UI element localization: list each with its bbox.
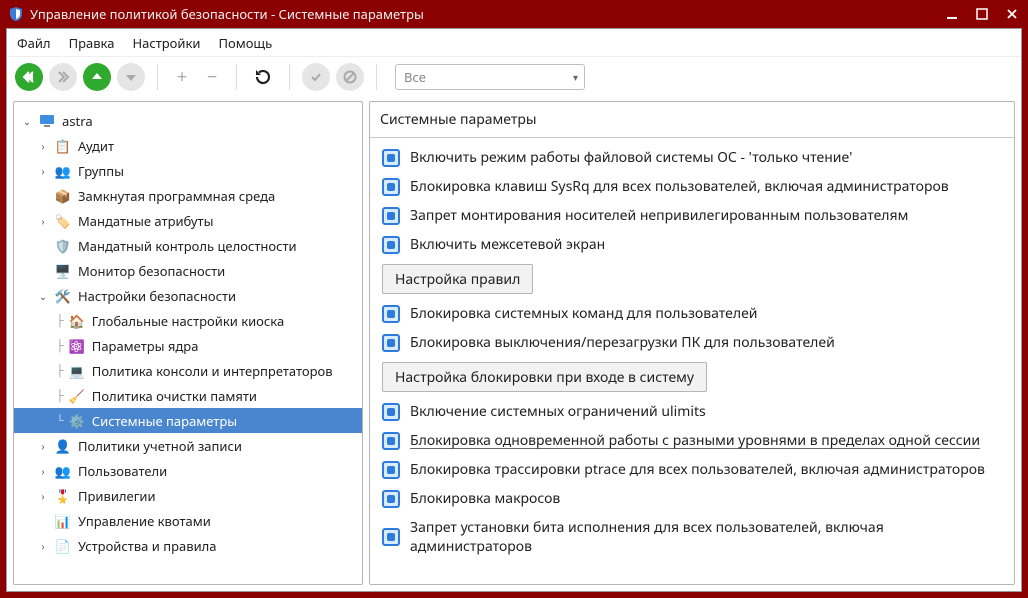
maximize-button[interactable] (974, 6, 990, 22)
toolbar-separator (289, 64, 290, 90)
settings-icon: 🛠️ (54, 288, 72, 304)
kernel-icon: ⚛️ (68, 338, 86, 354)
tree-root[interactable]: ⌄ astra (14, 108, 362, 133)
toolbar-separator (376, 64, 377, 90)
menu-settings[interactable]: Настройки (132, 34, 200, 52)
audit-icon: 📋 (54, 138, 72, 154)
expand-icon[interactable]: › (36, 464, 50, 478)
navigation-tree: ⌄ astra › 📋 Аудит › 👥 Группы 📦 (13, 101, 363, 585)
opt-label: Блокировка системных команд для пользова… (410, 304, 757, 323)
expand-icon[interactable]: › (36, 164, 50, 178)
tree-item-console-policy[interactable]: ├ 💻 Политика консоли и интерпретаторов (14, 358, 362, 383)
opt-label: Блокировка макросов (410, 489, 560, 508)
opt-label: Запрет монтирования носителей непривилег… (410, 206, 908, 225)
opt-label: Блокировка трассировки ptrace для всех п… (410, 460, 985, 479)
menu-help[interactable]: Помощь (218, 34, 272, 52)
add-button[interactable]: + (170, 65, 194, 89)
checkbox-ulimits[interactable] (382, 403, 400, 421)
menubar: Файл Правка Настройки Помощь (7, 29, 1021, 57)
gear-icon: ⚙️ (68, 413, 86, 429)
menu-edit[interactable]: Правка (69, 34, 115, 52)
close-button[interactable] (1004, 6, 1020, 22)
toolbar: + − Все ▾ (7, 57, 1021, 97)
checkbox-block-mount[interactable] (382, 207, 400, 225)
opt-label: Запрет установки бита исполнения для все… (410, 518, 1002, 556)
tree-item-quotas[interactable]: 📊 Управление квотами (14, 508, 362, 533)
expand-icon[interactable]: › (36, 439, 50, 453)
opt-label: Блокировка выключения/перезагрузки ПК дл… (410, 333, 835, 352)
package-icon: 📦 (54, 188, 72, 204)
tree-item-kernel[interactable]: ├ ⚛️ Параметры ядра (14, 333, 362, 358)
chevron-down-icon: ▾ (573, 70, 578, 84)
shield-icon: 🛡️ (54, 238, 72, 254)
computer-icon (38, 113, 56, 129)
checkbox-block-levels[interactable] (382, 432, 400, 450)
collapse-icon[interactable]: ⌄ (20, 114, 34, 128)
checkbox-block-ptrace[interactable] (382, 461, 400, 479)
checkbox-block-macros[interactable] (382, 490, 400, 508)
opt-label: Блокировка клавиш SysRq для всех пользов… (410, 177, 949, 196)
filter-combo[interactable]: Все ▾ (395, 64, 585, 90)
nav-back-button[interactable] (15, 63, 43, 91)
opt-label: Включение системных ограничений ulimits (410, 402, 706, 421)
collapse-icon[interactable]: ⌄ (36, 289, 50, 303)
tree-item-devices[interactable]: › 📄 Устройства и правила (14, 533, 362, 558)
terminal-icon: 💻 (68, 363, 86, 379)
checkbox-block-execbit[interactable] (382, 528, 400, 546)
tag-icon: 🏷️ (54, 213, 72, 229)
expand-icon[interactable]: › (36, 214, 50, 228)
policy-icon: 👤 (54, 438, 72, 454)
toolbar-separator (236, 64, 237, 90)
kiosk-icon: 🏠 (68, 313, 86, 329)
expand-icon[interactable]: › (36, 489, 50, 503)
firewall-rules-button[interactable]: Настройка правил (382, 264, 533, 294)
tree-item-acct-policies[interactable]: › 👤 Политики учетной записи (14, 433, 362, 458)
menu-file[interactable]: Файл (17, 34, 51, 52)
tree-item-privileges[interactable]: › 🎖️ Привилегии (14, 483, 362, 508)
app-shield-icon (8, 6, 24, 22)
tree-item-audit[interactable]: › 📋 Аудит (14, 133, 362, 158)
users-icon: 👥 (54, 463, 72, 479)
checkbox-block-shutdown[interactable] (382, 334, 400, 352)
window-title: Управление политикой безопасности - Сист… (30, 5, 930, 23)
cancel-button[interactable] (336, 63, 364, 91)
tree-item-sec-monitor[interactable]: 🖥️ Монитор безопасности (14, 258, 362, 283)
tree-item-groups[interactable]: › 👥 Группы (14, 158, 362, 183)
content-pane: Системные параметры Включить режим работ… (369, 101, 1015, 585)
privileges-icon: 🎖️ (54, 488, 72, 504)
opt-label: Включить межсетевой экран (410, 235, 605, 254)
opt-label: Включить режим работы файловой системы О… (410, 148, 852, 167)
content-header: Системные параметры (370, 102, 1014, 138)
toolbar-separator (157, 64, 158, 90)
checkbox-enable-firewall[interactable] (382, 236, 400, 254)
opt-label: Блокировка одновременной работы с разным… (410, 431, 980, 450)
filter-combo-label: Все (404, 68, 426, 86)
nav-forward-button[interactable] (49, 63, 77, 91)
apply-button[interactable] (302, 63, 330, 91)
tree-item-sys-params[interactable]: └ ⚙️ Системные параметры (14, 408, 362, 433)
checkbox-block-sysrq[interactable] (382, 178, 400, 196)
tree-item-users[interactable]: › 👥 Пользователи (14, 458, 362, 483)
nav-up-button[interactable] (83, 63, 111, 91)
groups-icon: 👥 (54, 163, 72, 179)
devices-icon: 📄 (54, 538, 72, 554)
checkbox-readonly-fs[interactable] (382, 149, 400, 167)
expand-icon[interactable]: › (36, 139, 50, 153)
memory-icon: 🧹 (68, 388, 86, 404)
nav-down-button[interactable] (117, 63, 145, 91)
tree-item-kiosk[interactable]: ├ 🏠 Глобальные настройки киоска (14, 308, 362, 333)
login-lock-button[interactable]: Настройка блокировки при входе в систему (382, 362, 707, 392)
tree-item-mand-attrs[interactable]: › 🏷️ Мандатные атрибуты (14, 208, 362, 233)
tree-item-mand-integrity[interactable]: 🛡️ Мандатный контроль целостности (14, 233, 362, 258)
expand-icon[interactable]: › (36, 539, 50, 553)
quota-icon: 📊 (54, 513, 72, 529)
tree-item-mem-policy[interactable]: ├ 🧹 Политика очистки памяти (14, 383, 362, 408)
tree-item-closed-env[interactable]: 📦 Замкнутая программная среда (14, 183, 362, 208)
remove-button[interactable]: − (200, 65, 224, 89)
minimize-button[interactable] (944, 6, 960, 22)
refresh-button[interactable] (249, 63, 277, 91)
tree-item-sec-settings[interactable]: ⌄ 🛠️ Настройки безопасности (14, 283, 362, 308)
checkbox-block-syscmd[interactable] (382, 305, 400, 323)
monitor-icon: 🖥️ (54, 263, 72, 279)
